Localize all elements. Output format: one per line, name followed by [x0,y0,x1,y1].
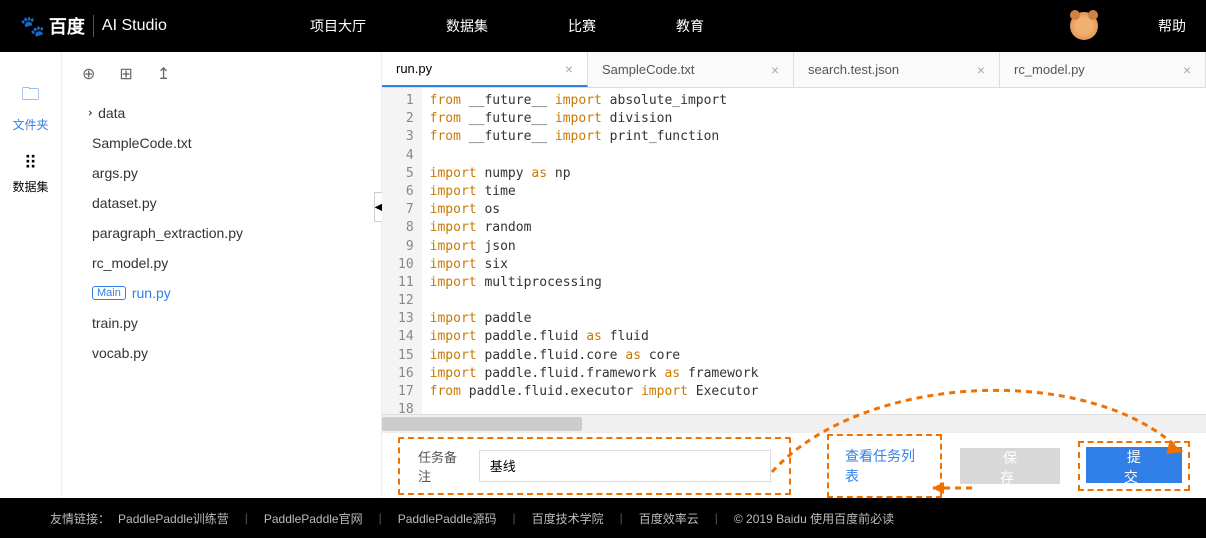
view-tasks-link[interactable]: 查看任务列表 [845,448,915,484]
file-tree: data SampleCode.txt args.py dataset.py p… [62,96,381,370]
new-file-icon[interactable]: ⊕ [82,64,95,84]
tab-label: run.py [396,61,432,76]
submit-button[interactable]: 提交 [1086,447,1182,483]
tree-file-label: run.py [132,285,171,301]
upload-icon[interactable]: ↥ [157,64,170,84]
close-icon[interactable]: × [1183,62,1191,78]
folder-icon: 🗀 [22,82,40,112]
tab-search[interactable]: search.test.json × [794,52,1000,87]
save-button[interactable]: 保存 [960,448,1059,484]
tab-label: search.test.json [808,62,899,77]
task-note-input[interactable] [479,450,771,482]
main-badge: Main [92,286,126,300]
logo-divider [93,15,94,37]
editor-pane: ◀ run.py× SampleCode.txt× search.test.js… [382,52,1206,498]
code-body[interactable]: from __future__ import absolute_importfr… [422,88,1206,414]
close-icon[interactable]: × [977,62,985,78]
tree-file[interactable]: vocab.py [74,338,369,368]
code-editor[interactable]: 123456789101112131415161718192021222324 … [382,88,1206,414]
top-nav: 项目大厅 数据集 比赛 教育 [310,16,1070,36]
folder-label: data [98,105,125,121]
tree-file[interactable]: rc_model.py [74,248,369,278]
footer-link[interactable]: PaddlePaddle训练营 [118,510,229,527]
scrollbar-thumb[interactable] [382,417,582,431]
task-note-label: 任务备注 [418,447,467,485]
footer-label: 友情链接： [50,510,110,527]
sidebar-toolbar: ⊕ ⊞ ↥ [62,52,381,96]
tree-file[interactable]: dataset.py [74,188,369,218]
view-tasks-box: 查看任务列表 [827,434,942,498]
tree-file[interactable]: paragraph_extraction.py [74,218,369,248]
tree-file[interactable]: args.py [74,158,369,188]
task-note-group: 任务备注 [398,437,791,495]
new-folder-icon[interactable]: ⊞ [119,64,132,84]
tab-label: rc_model.py [1014,62,1085,77]
editor-tabs: run.py × SampleCode.txt × search.test.json… [382,52,1206,88]
nav-projects[interactable]: 项目大厅 [310,16,366,36]
help-link[interactable]: 帮助 [1158,16,1186,36]
rail-folder-label: 文件夹 [12,116,48,133]
nav-education[interactable]: 教育 [676,16,704,36]
left-rail: 🗀 文件夹 ⠿ 数据集 [0,52,62,498]
tab-rc[interactable]: rc_model.py × [1000,52,1206,87]
rail-folder[interactable]: 🗀 文件夹 [0,72,61,143]
tree-file[interactable]: train.py [74,308,369,338]
collapse-sidebar-icon[interactable]: ◀ [374,192,382,222]
paw-icon: 🐾 [20,14,45,39]
footer-link[interactable]: 百度技术学院 [532,510,604,527]
avatar[interactable] [1070,12,1098,40]
footer-copyright: © 2019 Baidu 使用百度前必读 [734,510,894,527]
nav-competitions[interactable]: 比赛 [568,16,596,36]
tree-file[interactable]: SampleCode.txt [74,128,369,158]
line-gutter: 123456789101112131415161718192021222324 [382,88,422,414]
horizontal-scrollbar[interactable] [382,414,1206,432]
tab-run[interactable]: run.py × [382,52,588,87]
footer: 友情链接： PaddlePaddle训练营| PaddlePaddle官网| P… [0,498,1206,538]
tree-folder-data[interactable]: data [74,98,369,128]
footer-link[interactable]: PaddlePaddle官网 [264,510,363,527]
close-icon[interactable]: × [771,62,779,78]
top-header: 🐾百度 AI Studio 项目大厅 数据集 比赛 教育 帮助 [0,0,1206,52]
logo-text-baidu: 百度 [49,13,85,39]
dataset-icon: ⠿ [24,153,37,174]
tab-label: SampleCode.txt [602,62,695,77]
logo-text-studio: AI Studio [102,17,167,35]
close-icon[interactable]: × [565,61,573,77]
tree-file-active[interactable]: Main run.py [74,278,369,308]
main-area: 🗀 文件夹 ⠿ 数据集 ⊕ ⊞ ↥ data SampleCode.txt ar… [0,52,1206,498]
submit-box: 提交 [1078,441,1190,491]
logo[interactable]: 🐾百度 AI Studio [20,13,280,39]
bottom-bar: 任务备注 查看任务列表 保存 提交 [382,432,1206,498]
file-sidebar: ⊕ ⊞ ↥ data SampleCode.txt args.py datase… [62,52,382,498]
rail-dataset-label: 数据集 [12,178,48,195]
footer-link[interactable]: 百度效率云 [639,510,699,527]
nav-datasets[interactable]: 数据集 [446,16,488,36]
tab-sample[interactable]: SampleCode.txt × [588,52,794,87]
footer-link[interactable]: PaddlePaddle源码 [398,510,497,527]
rail-dataset[interactable]: ⠿ 数据集 [0,143,61,205]
